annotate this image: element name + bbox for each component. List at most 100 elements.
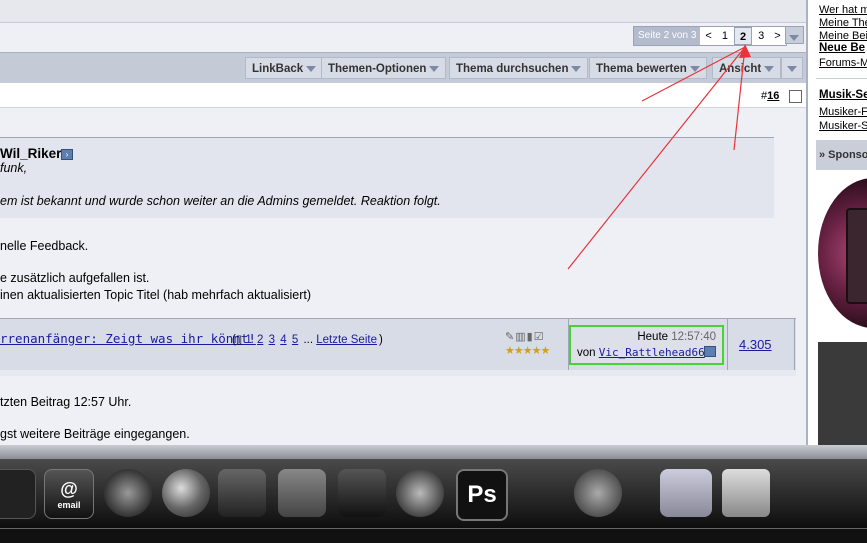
thread-replies-count[interactable]: 4.305 — [739, 337, 772, 352]
thread-pages: (▯ 1 2 3 4 5 ... Letzte Seite) — [232, 332, 383, 346]
multipage-icon: ▯ — [235, 334, 243, 346]
sidebar-link-musik-service[interactable]: Musik-Se — [819, 89, 867, 101]
headphones-icon[interactable] — [104, 469, 152, 517]
chevron-down-icon — [789, 34, 799, 41]
thread-page-1[interactable]: 1 — [245, 334, 251, 346]
chevron-down-icon — [571, 65, 582, 72]
speaker-graphic — [846, 208, 867, 304]
quote-author: Wil_Riker — [0, 146, 62, 161]
post-header — [0, 83, 806, 108]
thread-page-5[interactable]: 5 — [292, 334, 298, 346]
sidebar-link-meine-beitraege[interactable]: Meine Beit — [819, 30, 867, 42]
post-number: #16 — [761, 90, 779, 102]
sidebar-link-forums-markieren[interactable]: Forums-M — [819, 57, 867, 69]
linkback-label: LinkBack — [252, 63, 304, 75]
thread-row-next — [0, 370, 796, 376]
trash-icon[interactable] — [722, 469, 770, 517]
attachment-icon: ▮ — [526, 331, 534, 343]
dock: @ email Ps — [0, 459, 867, 543]
window-bottom-edge — [0, 445, 867, 459]
sidebar-divider — [816, 78, 867, 79]
trash-icon: ▥ — [515, 331, 527, 343]
thread-title-link[interactable]: rrenanfänger: Zeigt was ihr könnt! — [0, 331, 256, 346]
pagination-page-1[interactable]: 1 — [717, 27, 733, 45]
thread-rating-stars: ★★★★★ — [505, 345, 550, 357]
chevron-down-icon — [306, 65, 317, 72]
sidebar: Wer hat m Meine The Meine Beit Neue Be F… — [808, 0, 867, 445]
go-to-last-post-icon[interactable] — [704, 346, 716, 357]
last-post-time: 12:57:40 — [671, 331, 716, 343]
window-thumbnail-icon[interactable] — [660, 469, 712, 517]
thema-durchsuchen-menu[interactable]: Thema durchsuchen — [449, 57, 589, 79]
thema-durchsuchen-label: Thema durchsuchen — [456, 63, 569, 75]
sidebar-link-wer-hat[interactable]: Wer hat m — [819, 4, 867, 16]
last-page-link[interactable]: Letzte Seite — [316, 334, 377, 346]
post-select-checkbox[interactable] — [789, 90, 802, 103]
thema-bewerten-menu[interactable]: Thema bewerten — [589, 57, 707, 79]
camera-icon[interactable] — [218, 469, 266, 517]
pages-close: ) — [378, 334, 383, 346]
word-icon[interactable] — [278, 469, 326, 517]
top-band — [0, 0, 806, 23]
ansicht-label: Ansicht — [719, 63, 762, 75]
sidebar-link-musiker-2[interactable]: Musiker-S — [819, 120, 867, 132]
last-post-user-link[interactable]: Vic_Rattlehead66 — [599, 346, 705, 359]
pagination: Seite 2 von 3 < 1 2 3 > — [633, 26, 787, 46]
thread-status-icons: ✎▥▮☑ — [505, 330, 545, 343]
clapper-board-icon[interactable] — [338, 469, 386, 517]
column-divider — [794, 318, 795, 376]
globe-browser-icon[interactable] — [162, 469, 210, 517]
post-text-line-3: inen aktualisierten Topic Titel (hab meh… — [0, 288, 312, 302]
sponsor-header: » Sponso — [816, 140, 867, 170]
themen-optionen-label: Themen-Optionen — [328, 63, 427, 75]
last-post-author: von Vic_Rattlehead66 — [577, 346, 705, 359]
linkback-menu[interactable]: LinkBack — [245, 57, 324, 79]
sidebar-link-musiker-1[interactable]: Musiker-F — [819, 106, 867, 118]
thread-page-3[interactable]: 3 — [269, 334, 275, 346]
chevron-down-icon — [429, 65, 440, 72]
column-divider — [727, 318, 728, 370]
post-number-link[interactable]: 16 — [767, 90, 779, 102]
thread-toolbar: LinkBack Themen-Optionen Thema durchsuch… — [0, 52, 806, 84]
post-text-line-2: e zusätzlich aufgefallen ist. — [0, 271, 150, 285]
pagination-current-page: 2 — [733, 27, 753, 45]
edit-icon: ✎ — [505, 331, 516, 343]
forum-main-area: Seite 2 von 3 < 1 2 3 > LinkBack Themen-… — [0, 0, 808, 445]
pagination-page-3[interactable]: 3 — [753, 27, 769, 45]
last-post-by-label: von — [577, 347, 596, 359]
quote-line-1: funk, — [0, 161, 28, 175]
quicktime-icon[interactable] — [396, 469, 444, 517]
info-line-1: tzten Beitrag 12:57 Uhr. — [0, 395, 132, 409]
pagination-dropdown-button[interactable] — [785, 26, 804, 44]
pages-ellipsis: ... — [303, 334, 314, 346]
chevron-down-icon — [764, 65, 775, 72]
post-text-line-1: nelle Feedback. — [0, 239, 89, 253]
pagination-next[interactable]: > — [769, 27, 785, 45]
dock-shelf — [0, 528, 867, 543]
email-app-label: email — [57, 499, 81, 510]
sidebar-link-meine-themen[interactable]: Meine The — [819, 17, 867, 29]
themen-optionen-menu[interactable]: Themen-Optionen — [321, 57, 447, 79]
info-line-2: gst weitere Beiträge eingegangen. — [0, 427, 190, 441]
thema-bewerten-label: Thema bewerten — [596, 63, 687, 75]
thread-page-2[interactable]: 2 — [257, 334, 263, 346]
photoshop-icon[interactable]: Ps — [456, 469, 508, 521]
chevron-down-icon — [787, 65, 797, 72]
quote-line-2: em ist bekannt und wurde schon weiter an… — [0, 194, 441, 208]
finder-icon[interactable] — [0, 469, 36, 519]
email-app-icon[interactable]: @ email — [44, 469, 94, 519]
ansicht-menu[interactable]: Ansicht — [712, 57, 782, 79]
view-post-icon[interactable]: › — [61, 149, 73, 160]
sponsor-ad-footer — [818, 342, 867, 445]
sidebar-link-neue-beitraege[interactable]: Neue Be — [819, 42, 865, 54]
toolbar-collapse-button[interactable] — [781, 57, 803, 79]
last-post-box: Heute 12:57:40 von Vic_Rattlehead66 — [569, 325, 724, 365]
chevron-down-icon — [689, 65, 700, 72]
last-post-datetime: Heute 12:57:40 — [637, 331, 716, 343]
thread-page-4[interactable]: 4 — [280, 334, 286, 346]
chat-bubble-icon[interactable] — [574, 469, 622, 517]
last-post-date: Heute — [637, 331, 669, 343]
at-sign-icon: @ — [60, 478, 78, 499]
adium-icon[interactable] — [516, 469, 564, 517]
pagination-prev[interactable]: < — [700, 27, 716, 45]
